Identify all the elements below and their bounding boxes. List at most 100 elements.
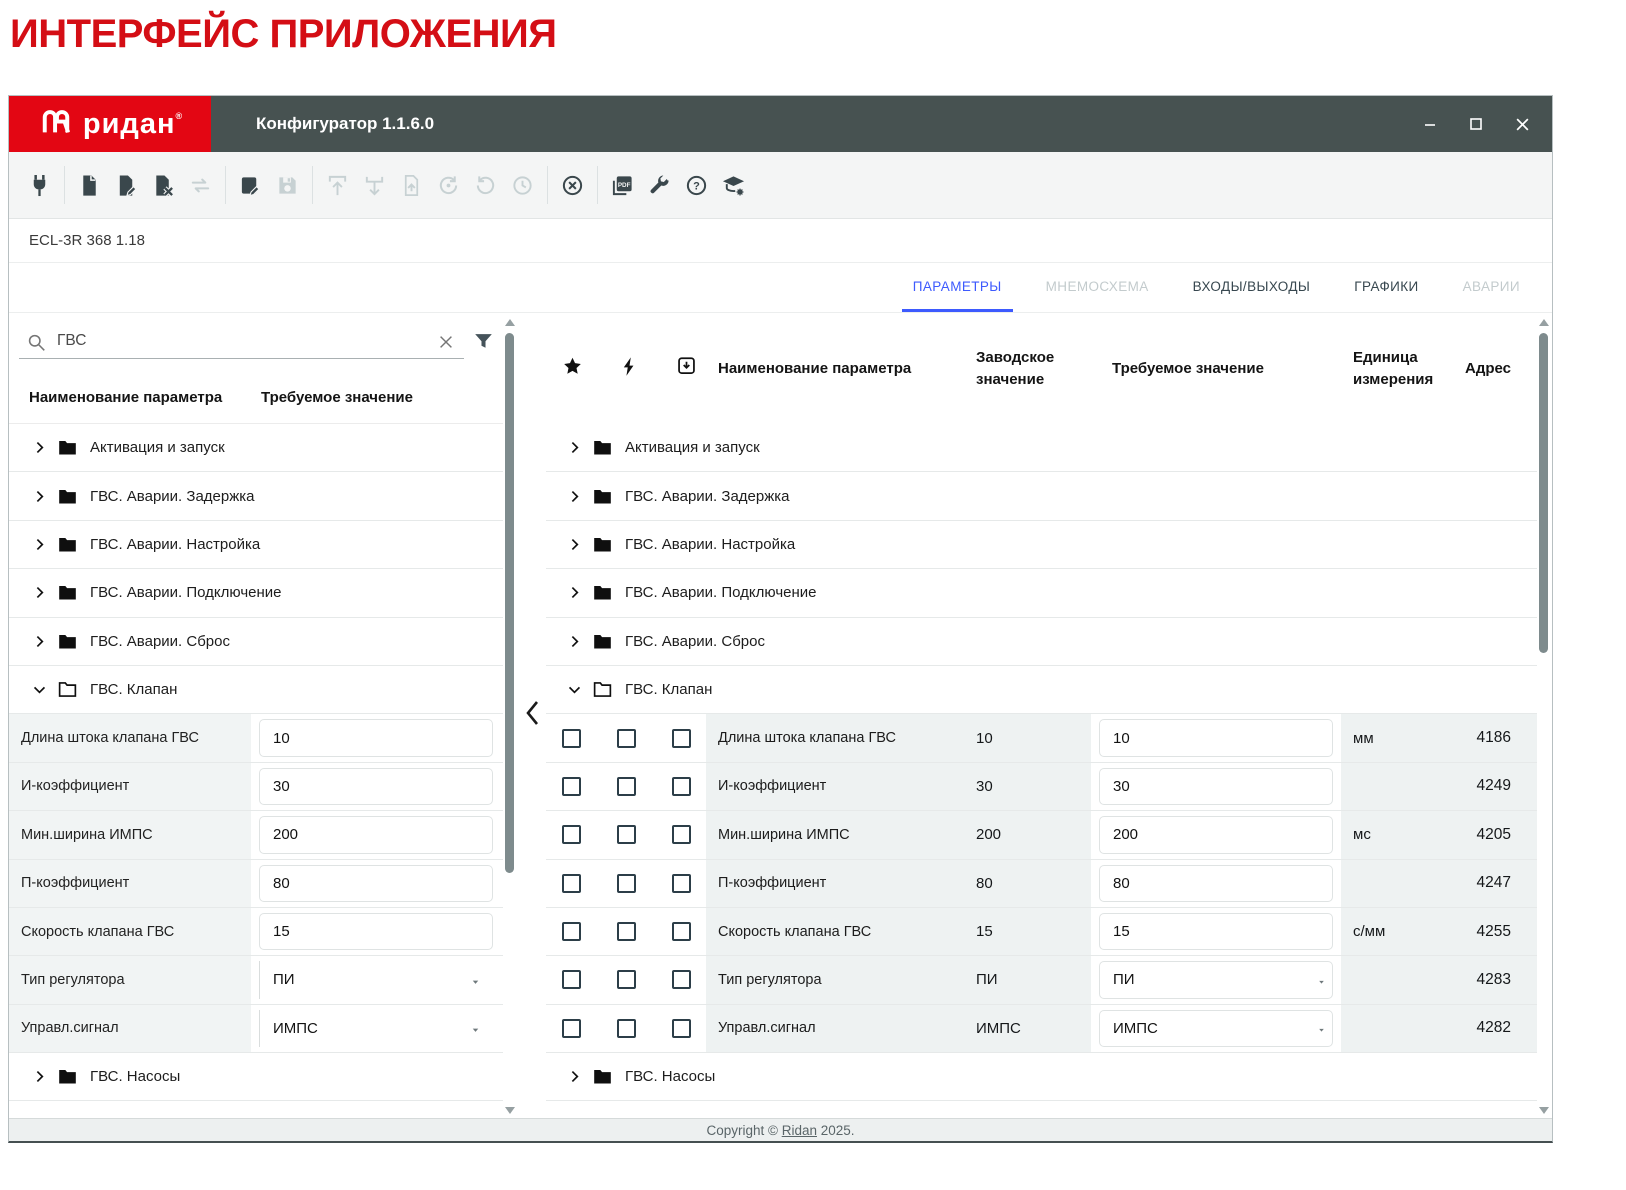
download-checkbox[interactable] — [672, 970, 691, 989]
scroll-down-arrow[interactable] — [1539, 1107, 1549, 1114]
required-value-select[interactable]: ПИ — [1091, 956, 1341, 1003]
param-row: Мин.ширина ИМПС 200 мс 4205 — [546, 811, 1537, 859]
required-value-input[interactable] — [1099, 913, 1333, 950]
tree-group-row-expanded[interactable]: ГВС. Клапан — [546, 666, 1537, 714]
download-checkbox[interactable] — [672, 825, 691, 844]
tab-inputs-outputs[interactable]: ВХОДЫ/ВЫХОДЫ — [1182, 263, 1322, 312]
lightning-checkbox[interactable] — [617, 922, 636, 941]
required-value-input[interactable] — [1099, 768, 1333, 805]
star-checkbox[interactable] — [562, 970, 581, 989]
tab-mnemoscheme[interactable]: МНЕМОСХЕМА — [1035, 263, 1160, 312]
required-value-select[interactable]: ПИ — [251, 956, 503, 1003]
required-value-select[interactable]: ИМПС — [1091, 1005, 1341, 1052]
param-row: Управл.сигнал ИМПС — [9, 1005, 503, 1053]
tree-group-row[interactable]: ГВС. Аварии. Сброс — [9, 618, 503, 666]
tree-group-row[interactable]: ГВС. Аварии. Задержка — [9, 472, 503, 520]
download-checkbox[interactable] — [672, 1019, 691, 1038]
group-label: ГВС. Аварии. Настройка — [625, 536, 795, 553]
required-value-input[interactable] — [259, 865, 493, 902]
tree-group-row-expanded[interactable]: ГВС. Клапан — [9, 666, 503, 714]
tree-group-row[interactable]: ГВС. Аварии. Подключение — [9, 569, 503, 617]
scroll-down-arrow[interactable] — [505, 1107, 515, 1114]
restore-icon[interactable] — [430, 167, 467, 204]
download-checkbox[interactable] — [672, 874, 691, 893]
chevron-down-icon — [31, 681, 48, 698]
group-label: ГВС. Насосы — [90, 1068, 180, 1085]
maximize-button[interactable] — [1468, 116, 1484, 132]
star-checkbox[interactable] — [562, 922, 581, 941]
minimize-button[interactable] — [1422, 116, 1438, 132]
scroll-up-arrow[interactable] — [505, 319, 515, 326]
param-name: Тип регулятора — [9, 956, 251, 1003]
search-input[interactable]: ГВС — [57, 332, 86, 350]
delete-file-icon[interactable] — [145, 167, 182, 204]
required-value-input[interactable] — [259, 768, 493, 805]
tree-group-row[interactable]: ГВС. Насосы — [9, 1053, 503, 1101]
disconnect-icon[interactable] — [554, 167, 591, 204]
save-icon[interactable] — [269, 167, 306, 204]
column-address-header: Адрес — [1451, 360, 1537, 377]
export-pdf-icon[interactable]: PDF — [604, 167, 641, 204]
close-button[interactable] — [1514, 116, 1530, 132]
tree-group-row[interactable]: ГВС. Аварии. Сброс — [546, 618, 1537, 666]
undo-icon[interactable] — [467, 167, 504, 204]
scrollbar-thumb[interactable] — [505, 333, 514, 873]
required-value-input[interactable] — [259, 719, 493, 756]
tree-group-row[interactable]: ГВС. Аварии. Задержка — [546, 472, 1537, 520]
help-icon[interactable]: ? — [678, 167, 715, 204]
required-value-select[interactable]: ИМПС — [251, 1005, 503, 1052]
edit-file-icon[interactable] — [108, 167, 145, 204]
collapse-panel-chevron[interactable] — [524, 700, 540, 731]
required-value-input[interactable] — [1099, 865, 1333, 902]
service-wrench-icon[interactable] — [641, 167, 678, 204]
download-checkbox[interactable] — [672, 922, 691, 941]
tree-group-row[interactable]: ГВС. Аварии. Подключение — [546, 569, 1537, 617]
write-config-icon[interactable] — [232, 167, 269, 204]
history-clock-icon[interactable] — [504, 167, 541, 204]
lightning-checkbox[interactable] — [617, 777, 636, 796]
download-checkbox[interactable] — [672, 777, 691, 796]
download-checkbox[interactable] — [672, 729, 691, 748]
required-value-input[interactable] — [259, 816, 493, 853]
lightning-checkbox[interactable] — [617, 874, 636, 893]
param-row: П-коэффициент — [9, 860, 503, 908]
folder-icon — [57, 631, 78, 652]
ridan-link[interactable]: Ridan — [782, 1123, 817, 1138]
lightning-checkbox[interactable] — [617, 825, 636, 844]
tree-group-row[interactable]: ГВС. Аварии. Настройка — [546, 521, 1537, 569]
tree-group-row[interactable]: Активация и запуск — [9, 424, 503, 472]
training-icon[interactable] — [715, 167, 752, 204]
tab-graphs[interactable]: ГРАФИКИ — [1343, 263, 1429, 312]
lightning-checkbox[interactable] — [617, 970, 636, 989]
star-checkbox[interactable] — [562, 1019, 581, 1038]
lightning-checkbox[interactable] — [617, 1019, 636, 1038]
connect-plug-icon[interactable] — [21, 167, 58, 204]
download-icon[interactable] — [356, 167, 393, 204]
scroll-up-arrow[interactable] — [1539, 319, 1549, 326]
tree-group-row[interactable]: ГВС. Основные настройки — [9, 1101, 503, 1118]
tree-group-row[interactable]: ГВС. Аварии. Настройка — [9, 521, 503, 569]
required-value-input[interactable] — [1099, 719, 1333, 756]
new-file-icon[interactable] — [71, 167, 108, 204]
lightning-checkbox[interactable] — [617, 729, 636, 748]
param-name: Длина штока клапана ГВС — [9, 714, 251, 761]
tab-parameters[interactable]: ПАРАМЕТРЫ — [902, 263, 1013, 312]
param-row: Скорость клапана ГВС 15 с/мм 4255 — [546, 908, 1537, 956]
required-value-input[interactable] — [1099, 816, 1333, 853]
upload-file-icon[interactable] — [393, 167, 430, 204]
star-checkbox[interactable] — [562, 729, 581, 748]
star-checkbox[interactable] — [562, 874, 581, 893]
tree-group-row[interactable]: ГВС. Основные настройки — [546, 1101, 1537, 1118]
clear-search-icon[interactable] — [437, 333, 455, 351]
star-checkbox[interactable] — [562, 777, 581, 796]
tree-group-row[interactable]: ГВС. Насосы — [546, 1053, 1537, 1101]
scrollbar-thumb[interactable] — [1539, 333, 1548, 653]
tab-alarms[interactable]: АВАРИИ — [1452, 263, 1531, 312]
filter-funnel-icon[interactable] — [473, 331, 494, 352]
sync-icon[interactable] — [182, 167, 219, 204]
tree-group-row[interactable]: Активация и запуск — [546, 424, 1537, 472]
upload-icon[interactable] — [319, 167, 356, 204]
star-checkbox[interactable] — [562, 825, 581, 844]
required-value-input[interactable] — [259, 913, 493, 950]
chevron-right-icon — [31, 584, 48, 601]
